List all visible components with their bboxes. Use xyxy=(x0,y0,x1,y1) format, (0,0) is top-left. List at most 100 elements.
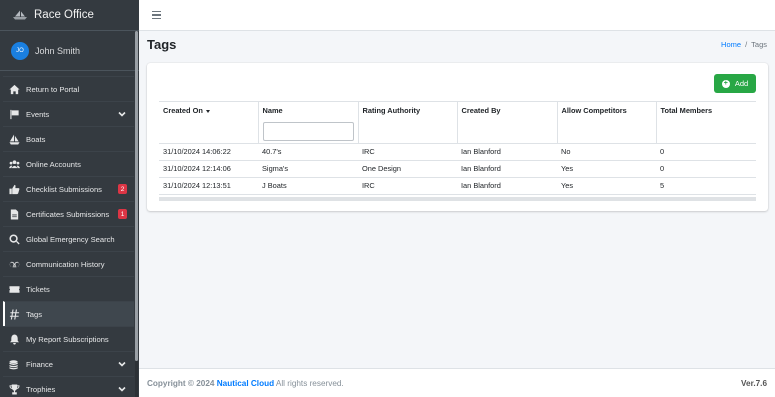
status-badge: 1 xyxy=(118,209,127,219)
copyright-prefix: Copyright © 2024 xyxy=(147,379,215,388)
add-button-label: Add xyxy=(734,79,749,88)
column-header-label: Created On xyxy=(163,106,203,115)
sort-desc-icon xyxy=(205,109,210,113)
sidebar: Race Office JO John Smith Return to Port… xyxy=(0,0,139,397)
tags-table: Created On Name Rating Authority Created… xyxy=(159,101,756,195)
thumbs-up-icon xyxy=(9,184,20,194)
sidebar-item-tickets[interactable]: Tickets xyxy=(3,276,134,301)
cell-allow-competitors: Yes xyxy=(557,176,656,195)
sidebar-item-tags[interactable]: Tags xyxy=(3,301,134,326)
sidebar-item-trophies[interactable]: Trophies xyxy=(3,376,134,397)
voicemail-icon xyxy=(9,261,20,267)
sidebar-item-label: Finance xyxy=(26,359,54,369)
cell-name: Sigma's xyxy=(258,159,358,177)
sidebar-item-label: Tags xyxy=(26,309,43,319)
sidebar-item-label: Return to Portal xyxy=(26,84,80,94)
flag-icon xyxy=(10,109,19,119)
sidebar-item-label: Communication History xyxy=(26,259,105,269)
sidebar-item-online-accounts[interactable]: Online Accounts xyxy=(3,151,134,176)
sidebar-item-return-to-portal[interactable]: Return to Portal xyxy=(3,76,134,101)
column-header-rating-authority[interactable]: Rating Authority xyxy=(357,101,457,120)
cell-total-members: 0 xyxy=(656,142,756,160)
name-filter-input[interactable] xyxy=(262,121,354,141)
sidebar-item-communication-history[interactable]: Communication History xyxy=(3,251,134,276)
users-icon xyxy=(9,159,20,168)
sidebar-item-label: Tickets xyxy=(26,284,50,294)
search-icon xyxy=(9,233,20,244)
cell-created-on: 31/10/2024 14:06:22 xyxy=(159,142,258,160)
table-horizontal-scrollbar[interactable] xyxy=(159,197,756,201)
cell-created-on: 31/10/2024 12:14:06 xyxy=(159,159,258,177)
cell-rating-authority: One Design xyxy=(358,159,457,177)
column-header-label: Total Members xyxy=(660,106,713,115)
file-icon xyxy=(10,208,19,220)
sidebar-item-label: Boats xyxy=(26,134,46,144)
add-button[interactable]: + Add xyxy=(714,74,756,93)
bell-icon xyxy=(9,333,20,345)
chevron-down-icon[interactable] xyxy=(118,110,126,118)
cell-created-by: Ian Blanford xyxy=(457,176,557,195)
footer: Copyright © 2024 Nautical Cloud All righ… xyxy=(139,368,775,397)
cell-total-members: 0 xyxy=(656,159,756,177)
table-row[interactable]: 31/10/2024 14:06:22 40.7's IRC Ian Blanf… xyxy=(159,142,756,160)
sailboat-icon xyxy=(9,133,20,145)
version-label: Ver.7.6 xyxy=(741,379,767,388)
sidebar-item-label: Events xyxy=(26,109,50,119)
rights-text: All rights reserved. xyxy=(275,379,344,388)
column-header-allow-competitors[interactable]: Allow Competitors xyxy=(556,101,656,120)
sidebar-scrollbar-thumb[interactable] xyxy=(135,31,138,361)
tags-card: + Add Created On Name Rating Authority C… xyxy=(147,63,768,211)
sidebar-item-label: Certificates Submissions xyxy=(26,209,110,219)
menu-toggle-icon[interactable] xyxy=(152,11,161,19)
avatar: JO xyxy=(11,41,29,60)
column-header-label: Allow Competitors xyxy=(561,106,627,115)
breadcrumb-current: Tags xyxy=(751,40,767,49)
app-title: Race Office xyxy=(34,9,94,21)
sidebar-menu: Return to Portal Events Boats Online Acc… xyxy=(3,76,134,397)
plus-circle-icon: + xyxy=(721,79,730,88)
sidebar-item-my-report-subscriptions[interactable]: My Report Subscriptions xyxy=(3,326,134,351)
hashtag-icon xyxy=(9,308,20,320)
sailboat-logo-icon xyxy=(13,10,27,20)
sidebar-item-label: Checklist Submissions xyxy=(26,184,102,194)
company-link[interactable]: Nautical Cloud xyxy=(217,379,274,388)
cell-rating-authority: IRC xyxy=(358,142,457,160)
sidebar-item-boats[interactable]: Boats xyxy=(3,126,134,151)
user-name: John Smith xyxy=(35,45,81,56)
cell-total-members: 5 xyxy=(656,176,756,195)
column-header-created-on[interactable]: Created On xyxy=(159,101,258,120)
breadcrumb-home-link[interactable]: Home xyxy=(721,40,741,49)
brand-link[interactable]: Race Office xyxy=(0,0,139,31)
sidebar-item-label: My Report Subscriptions xyxy=(26,334,109,344)
top-navbar xyxy=(139,0,775,31)
column-header-total-members[interactable]: Total Members xyxy=(655,101,756,120)
coins-icon xyxy=(9,359,18,369)
column-header-created-by[interactable]: Created By xyxy=(456,101,557,120)
filter-cell xyxy=(257,119,358,143)
column-header-name[interactable]: Name xyxy=(257,101,358,120)
table-row[interactable]: 31/10/2024 12:13:51 J Boats IRC Ian Blan… xyxy=(159,176,756,195)
sidebar-item-events[interactable]: Events xyxy=(3,101,134,126)
chevron-down-icon[interactable] xyxy=(118,385,126,393)
trophy-icon xyxy=(9,383,20,395)
cell-created-by: Ian Blanford xyxy=(457,159,557,177)
sidebar-scrollbar[interactable] xyxy=(135,31,138,397)
table-row[interactable]: 31/10/2024 12:14:06 Sigma's One Design I… xyxy=(159,159,756,177)
cell-created-on: 31/10/2024 12:13:51 xyxy=(159,176,258,195)
breadcrumb-separator: / xyxy=(745,40,748,49)
sidebar-item-checklist-submissions[interactable]: Checklist Submissions 2 xyxy=(3,176,134,201)
home-icon xyxy=(9,84,20,94)
user-panel[interactable]: JO John Smith xyxy=(0,31,139,71)
sidebar-item-global-emergency-search[interactable]: Global Emergency Search xyxy=(3,226,134,251)
sidebar-item-finance[interactable]: Finance xyxy=(3,351,134,376)
chevron-down-icon[interactable] xyxy=(118,360,126,368)
version-text: Ver.7.6 xyxy=(741,379,767,388)
column-header-label: Name xyxy=(262,106,283,115)
sidebar-item-label: Global Emergency Search xyxy=(26,234,115,244)
status-badge: 2 xyxy=(118,184,127,194)
breadcrumb: Home / Tags xyxy=(721,40,767,49)
sidebar-item-certificates-submissions[interactable]: Certificates Submissions 1 xyxy=(3,201,134,226)
filter-cell xyxy=(556,119,656,143)
sidebar-item-label: Online Accounts xyxy=(26,159,81,169)
cell-created-by: Ian Blanford xyxy=(457,142,557,160)
